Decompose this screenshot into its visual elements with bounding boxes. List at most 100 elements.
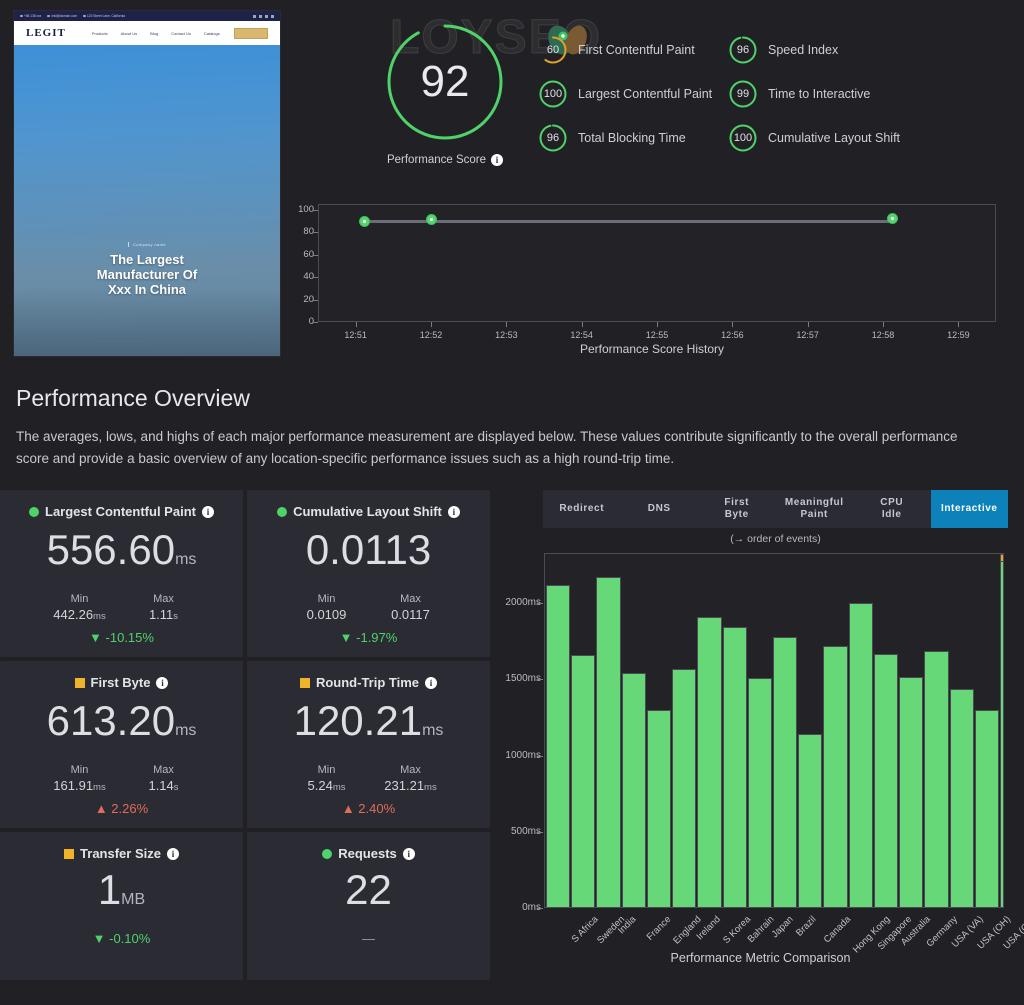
bar[interactable] [899, 677, 924, 908]
thumbnail-site-logo: LEGIT [26, 27, 66, 39]
history-y-tick [313, 322, 318, 323]
card-value: 1MB [97, 866, 146, 913]
status-green-dot-icon [277, 506, 288, 517]
tab-cpu-idle[interactable]: CPU Idle [853, 490, 931, 528]
card-min-value: 161.91ms [53, 778, 106, 793]
bar[interactable] [621, 672, 646, 908]
history-y-tick [313, 209, 318, 211]
bar[interactable] [546, 584, 571, 908]
bar[interactable] [722, 626, 747, 908]
bar[interactable] [747, 677, 772, 908]
thumbnail-cta-button [233, 27, 268, 39]
bar[interactable] [697, 616, 722, 908]
metric-cls-value: 100 [733, 132, 753, 144]
bar[interactable] [949, 688, 974, 908]
info-icon[interactable]: i [491, 154, 504, 166]
metric-card-row-1: Largest Contentful Paint i 556.60ms Min … [0, 490, 490, 657]
metric-card-cumulative-layout-shift[interactable]: Cumulative Layout Shift i 0.0113 Min 0.0… [247, 490, 490, 657]
card-min-label: Min [70, 593, 89, 605]
metric-tbt-gauge: 96 [538, 123, 568, 153]
tab-meaningful-paint[interactable]: Meaningful Paint [776, 490, 854, 528]
bars-y-tick [537, 603, 543, 605]
metric-fcp-label: First Contentful Paint [578, 42, 695, 57]
history-x-tick [431, 322, 432, 327]
history-data-point[interactable] [886, 213, 898, 225]
performance-score-history-chart: 100 80 60 40 20 0 12:51 12:52 12:53 12:54 12:55 12:… [290, 190, 1014, 370]
history-y-tick [313, 254, 318, 256]
metric-speed-index-label: Speed Index [768, 42, 839, 57]
bar[interactable] [848, 603, 873, 908]
bar[interactable] [646, 709, 672, 908]
bars-chart-caption: Performance Metric Comparison [670, 951, 851, 965]
info-icon[interactable]: i [201, 505, 214, 518]
card-header: Largest Contentful Paint i [10, 504, 233, 519]
metric-gauges: 60 First Contentful Paint 100 Largest Co… [538, 28, 928, 160]
metric-comparison-panel: Redirect DNS First Byte Meaningful Paint C… [497, 490, 1024, 973]
tab-first-byte[interactable]: First Byte [698, 490, 776, 528]
metric-card-requests[interactable]: Requests i 22 — [247, 832, 490, 980]
metric-card-first-byte[interactable]: First Byte i 613.20ms Min 161.91ms Max 1… [0, 661, 243, 828]
history-y-tick [313, 277, 318, 279]
bar[interactable] [571, 655, 596, 908]
bars-y-tick-label: 1000ms [505, 749, 541, 761]
info-icon[interactable]: i [402, 847, 415, 860]
metric-tti: 99 Time to Interactive [728, 72, 928, 116]
card-min: Min 161.91ms [51, 764, 109, 793]
metric-lcp: 100 Largest Contentful Paint [538, 72, 728, 116]
metric-card-largest-contentful-paint[interactable]: Largest Contentful Paint i 556.60ms Min … [0, 490, 243, 657]
card-min-label: Min [317, 593, 336, 605]
card-max-label: Max [153, 593, 174, 605]
bar[interactable] [974, 709, 999, 908]
bars-y-tick-label: 500ms [510, 825, 541, 837]
card-min-value: 5.24ms [307, 778, 346, 793]
card-title: First Byte [90, 675, 151, 690]
card-header: Round-Trip Time i [257, 675, 480, 690]
info-icon[interactable]: i [425, 676, 438, 689]
metric-card-round-trip-time[interactable]: Round-Trip Time i 120.21ms Min 5.24ms Ma… [247, 661, 490, 828]
history-data-point[interactable] [425, 214, 437, 226]
card-header: First Byte i [10, 675, 233, 690]
bars-x-tick-label: S Africa [569, 914, 601, 945]
card-delta: ▼ -0.10% [92, 931, 151, 946]
card-delta: ▲ 2.40% [341, 801, 396, 816]
history-x-tick-label: 12:52 [419, 330, 443, 340]
card-value-unit: ms [175, 551, 197, 568]
bar-current-marker[interactable] [1000, 555, 1004, 908]
card-min: Min 0.0109 [298, 593, 356, 622]
metric-card-transfer-size[interactable]: Transfer Size i 1MB ▼ -0.10% [0, 832, 243, 980]
card-delta: — [362, 931, 375, 946]
tab-dns[interactable]: DNS [621, 490, 699, 528]
info-icon[interactable]: i [166, 847, 179, 860]
bar[interactable] [924, 650, 949, 908]
bars-y-tick [537, 755, 543, 757]
history-x-tick-label: 12:57 [796, 330, 819, 340]
thumbnail-hero: Company name The Largest Manufacturer Of X… [14, 45, 280, 356]
card-minmax: Min 442.26ms Max 1.11s [10, 593, 233, 622]
bar[interactable] [773, 636, 798, 908]
bar[interactable] [672, 668, 697, 908]
thumbnail-site-topbar: +86 138 xxx info@domain.com 123 Street L… [14, 11, 280, 21]
bars-y-tick [537, 831, 543, 833]
bar[interactable] [798, 733, 823, 908]
tab-redirect[interactable]: Redirect [543, 490, 621, 528]
card-value-unit: ms [422, 722, 444, 739]
metric-tbt-label: Total Blocking Time [578, 130, 686, 145]
card-value: 120.21ms [293, 697, 444, 744]
bar[interactable] [596, 577, 621, 908]
bar[interactable] [873, 654, 899, 908]
history-x-tick-label: 12:56 [721, 330, 744, 340]
metric-speed-index-gauge: 96 [728, 35, 758, 65]
info-icon[interactable]: i [156, 676, 169, 689]
tab-interactive[interactable]: Interactive [930, 490, 1008, 528]
info-icon[interactable]: i [447, 505, 460, 518]
site-screenshot-thumbnail[interactable]: +86 138 xxx info@domain.com 123 Street L… [13, 10, 281, 357]
metric-cards-grid: Largest Contentful Paint i 556.60ms Min … [0, 490, 490, 984]
card-max-value: 1.14s [148, 778, 179, 793]
history-y-tick-label: 40 [303, 271, 314, 283]
status-green-dot-icon [322, 848, 333, 859]
history-x-tick [355, 322, 357, 327]
card-header: Cumulative Layout Shift i [257, 504, 480, 519]
bars-y-tick-label: 1500ms [505, 673, 541, 685]
pin-icon [83, 14, 86, 18]
bar[interactable] [823, 645, 848, 908]
